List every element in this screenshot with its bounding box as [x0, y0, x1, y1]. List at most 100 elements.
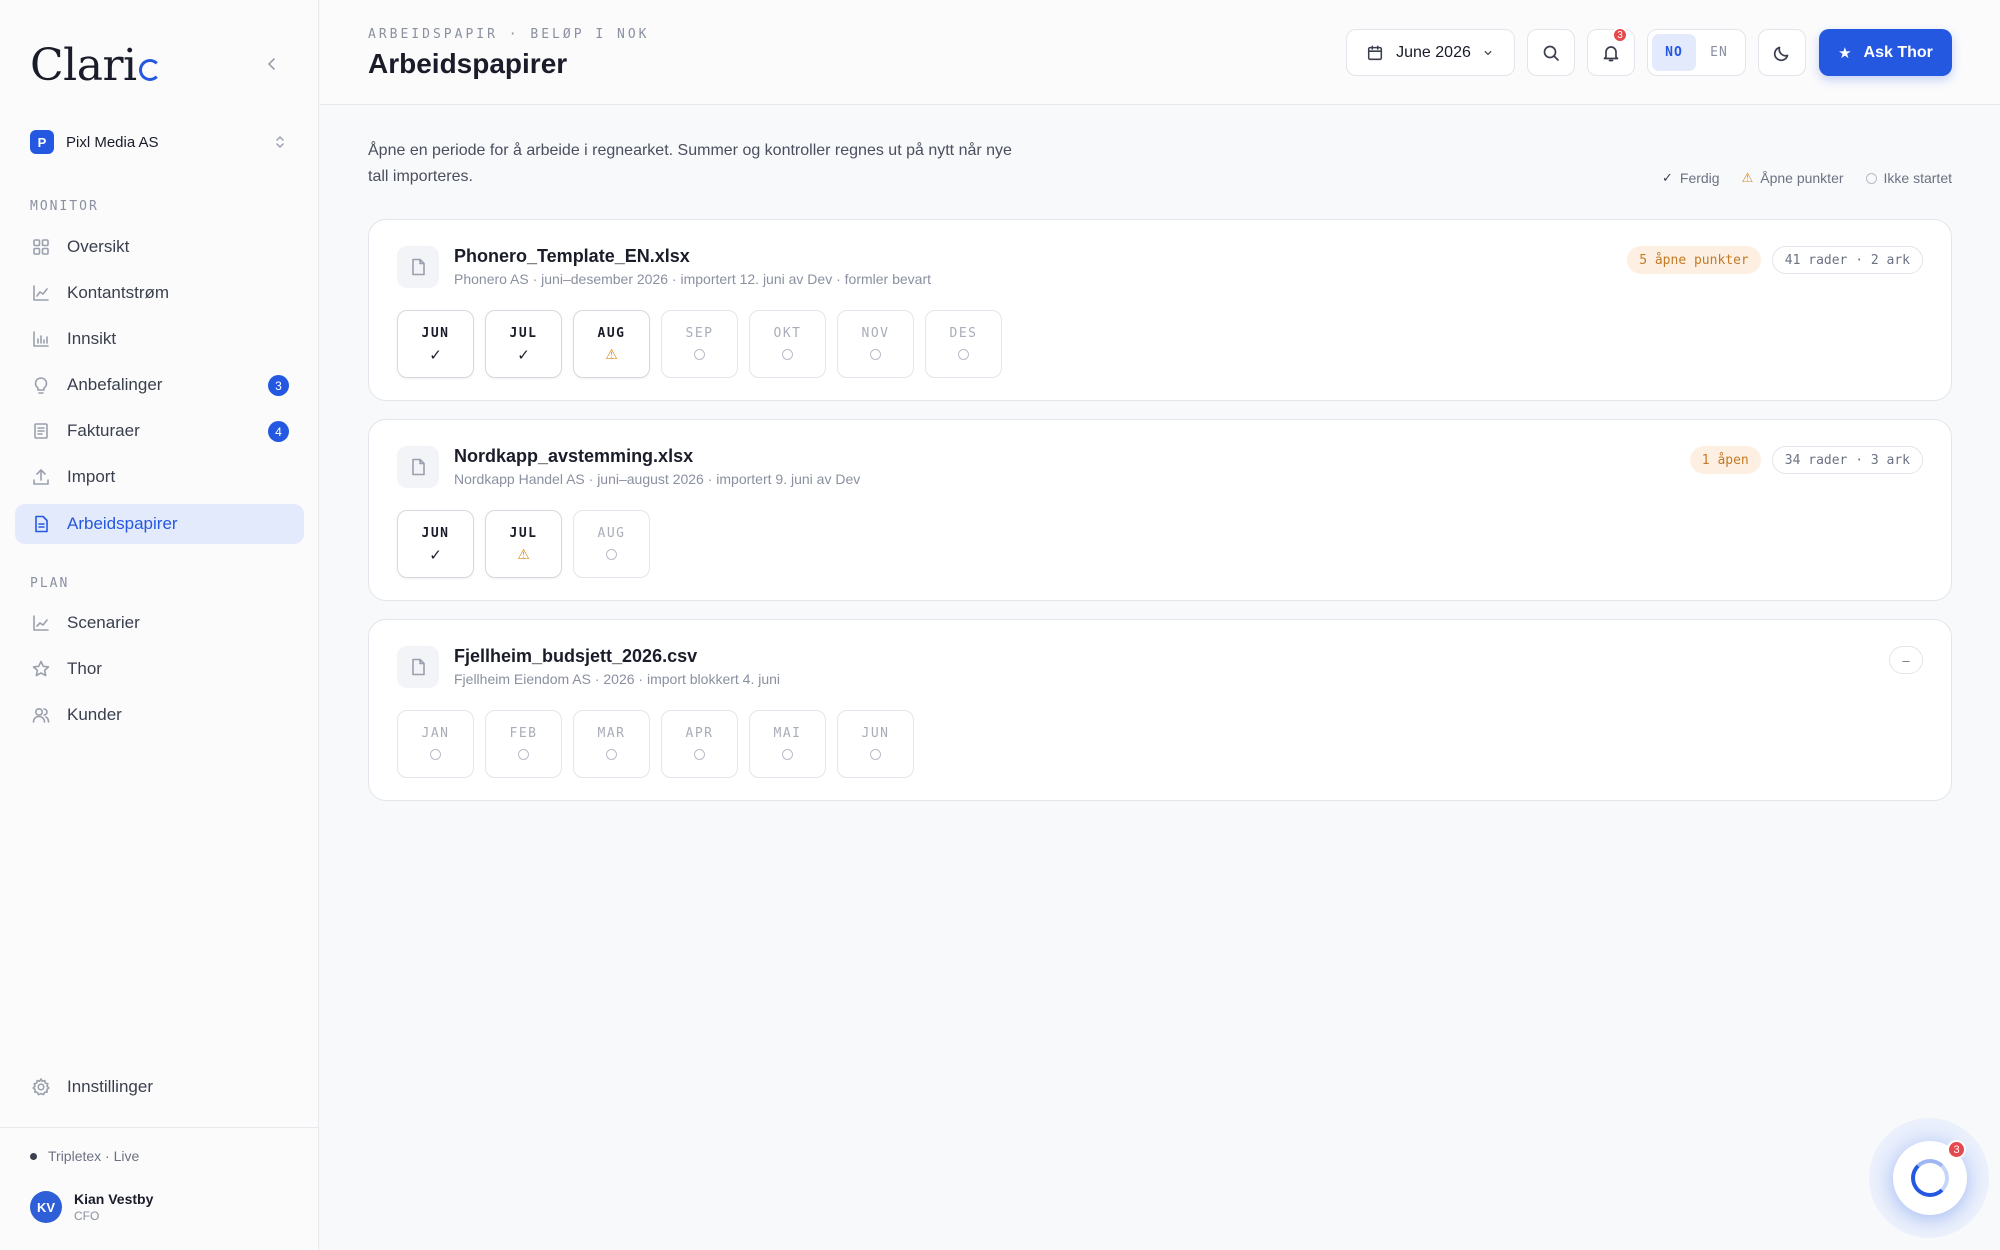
- period-tile[interactable]: JUN ✓: [397, 310, 474, 378]
- circle-icon: [606, 749, 617, 760]
- circle-icon: [606, 549, 617, 560]
- sidebar-item-thor[interactable]: Thor: [15, 649, 304, 689]
- warning-icon: ⚠: [517, 546, 530, 562]
- sidebar-item-label: Kontantstrøm: [67, 283, 170, 302]
- sidebar-item-import[interactable]: Import: [15, 457, 304, 497]
- gear-icon: [32, 1078, 50, 1096]
- sidebar-item-label: Kunder: [67, 705, 122, 724]
- status-badge: –: [1889, 646, 1923, 674]
- file-icon: [397, 446, 439, 488]
- assistant-ring-icon: [1911, 1159, 1949, 1197]
- notifications-button[interactable]: 3: [1587, 27, 1635, 76]
- legend-open: ⚠ Åpne punkter: [1742, 170, 1844, 186]
- period-tile[interactable]: OKT: [749, 310, 826, 378]
- sidebar-item-label: Fakturaer: [67, 421, 140, 440]
- period-label: DES: [949, 325, 978, 341]
- period-label: NOV: [861, 325, 890, 341]
- lang-option-en[interactable]: EN: [1697, 34, 1741, 71]
- chevron-updown-icon: [276, 135, 284, 149]
- period-label: JUN: [421, 325, 450, 341]
- period-label: AUG: [597, 525, 626, 541]
- file-meta: Nordkapp Handel AS · juni–august 2026 · …: [454, 471, 861, 487]
- period-tile[interactable]: APR: [661, 710, 738, 778]
- page-header: ARBEIDSPAPIR · BELØP I NOK Arbeidspapire…: [320, 0, 2000, 105]
- sidebar-item-arbeidspapirer[interactable]: Arbeidspapirer: [15, 504, 304, 544]
- document-icon: [35, 515, 48, 533]
- period-tile[interactable]: JUN: [837, 710, 914, 778]
- period-label: APR: [685, 725, 714, 741]
- sidebar-item-fakturaer[interactable]: Fakturaer 4: [15, 411, 304, 451]
- legend-idle-label: Ikke startet: [1883, 170, 1952, 186]
- circle-icon: [782, 349, 793, 360]
- sidebar-item-label: Anbefalinger: [67, 375, 163, 394]
- sidebar-item-kontantstrom[interactable]: Kontantstrøm: [15, 273, 304, 313]
- legend-idle: Ikke startet: [1865, 170, 1952, 186]
- invoices-count-badge: 4: [268, 421, 289, 442]
- circle-icon: [870, 349, 881, 360]
- period-tile[interactable]: JUN ✓: [397, 510, 474, 578]
- file-name[interactable]: Nordkapp_avstemming.xlsx: [454, 446, 693, 467]
- period-label: MAR: [597, 725, 626, 741]
- period-label: FEB: [509, 725, 538, 741]
- workpaper-card[interactable]: Fjellheim_budsjett_2026.csv Fjellheim Ei…: [368, 619, 1952, 801]
- file-meta: Fjellheim Eiendom AS · 2026 · import blo…: [454, 671, 781, 687]
- check-icon: ✓: [517, 346, 530, 364]
- period-tile[interactable]: DES: [925, 310, 1002, 378]
- app-logo[interactable]: Clari: [30, 40, 161, 91]
- circle-icon: [518, 749, 529, 760]
- open-items-badge: 1 åpen: [1689, 446, 1761, 474]
- user-profile[interactable]: KV Kian Vestby CFO: [30, 1191, 153, 1223]
- circle-icon: [694, 349, 705, 360]
- period-tile[interactable]: AUG: [573, 510, 650, 578]
- workpaper-card[interactable]: Phonero_Template_EN.xlsx Phonero AS · ju…: [368, 219, 1952, 401]
- calendar-icon: [1368, 44, 1383, 60]
- integration-status-text: Tripletex · Live: [48, 1148, 140, 1164]
- grid-icon: [33, 239, 49, 255]
- period-tile[interactable]: JAN: [397, 710, 474, 778]
- period-tile[interactable]: AUG ⚠: [573, 310, 650, 378]
- sidebar-item-label: Arbeidspapirer: [67, 514, 178, 533]
- period-tile[interactable]: FEB: [485, 710, 562, 778]
- period-tile[interactable]: MAR: [573, 710, 650, 778]
- sidebar-item-innsikt[interactable]: Innsikt: [15, 319, 304, 359]
- user-name: Kian Vestby: [74, 1191, 154, 1207]
- warning-icon: ⚠: [605, 346, 618, 362]
- sidebar-item-scenarier[interactable]: Scenarier: [15, 603, 304, 643]
- period-list: JUN ✓ JUL ⚠ AUG: [397, 510, 661, 578]
- circle-icon: [430, 749, 441, 760]
- upload-icon: [33, 469, 49, 485]
- legend-done-label: Ferdig: [1679, 170, 1720, 186]
- avatar: KV: [30, 1191, 62, 1223]
- period-label: JUN: [861, 725, 890, 741]
- theme-toggle-button[interactable]: [1758, 29, 1806, 76]
- circle-icon: [782, 749, 793, 760]
- line-chart-icon: [33, 285, 49, 301]
- period-label: JUL: [509, 325, 538, 341]
- sidebar-item-label: Innsikt: [67, 329, 117, 348]
- circle-icon: [870, 749, 881, 760]
- period-tile[interactable]: JUL ⚠: [485, 510, 562, 578]
- period-tile[interactable]: SEP: [661, 310, 738, 378]
- sidebar-item-oversikt[interactable]: Oversikt: [15, 227, 304, 267]
- sidebar-item-innstillinger[interactable]: Innstillinger: [15, 1067, 304, 1107]
- period-tile[interactable]: NOV: [837, 310, 914, 378]
- period-label: JUN: [421, 525, 450, 541]
- search-button[interactable]: [1527, 29, 1575, 76]
- ask-thor-button[interactable]: ★ Ask Thor: [1819, 29, 1952, 76]
- date-picker-button[interactable]: June 2026: [1346, 29, 1515, 76]
- chevron-left-icon[interactable]: [262, 54, 282, 74]
- sidebar-item-label: Import: [67, 467, 116, 486]
- workpaper-card[interactable]: Nordkapp_avstemming.xlsx Nordkapp Handel…: [368, 419, 1952, 601]
- file-name[interactable]: Phonero_Template_EN.xlsx: [454, 246, 690, 267]
- recommendations-count-badge: 3: [268, 375, 289, 396]
- rows-sheets-badge: 34 rader · 3 ark: [1771, 446, 1923, 474]
- file-name[interactable]: Fjellheim_budsjett_2026.csv: [454, 646, 697, 667]
- user-role: CFO: [74, 1209, 100, 1223]
- lang-option-no[interactable]: NO: [1652, 34, 1696, 71]
- period-tile[interactable]: MAI: [749, 710, 826, 778]
- org-switcher[interactable]: P Pixl Media AS: [30, 127, 290, 157]
- sidebar-item-anbefalinger[interactable]: Anbefalinger 3: [15, 365, 304, 405]
- sidebar-item-kunder[interactable]: Kunder: [15, 695, 304, 735]
- lightbulb-icon: [34, 377, 48, 394]
- period-tile[interactable]: JUL ✓: [485, 310, 562, 378]
